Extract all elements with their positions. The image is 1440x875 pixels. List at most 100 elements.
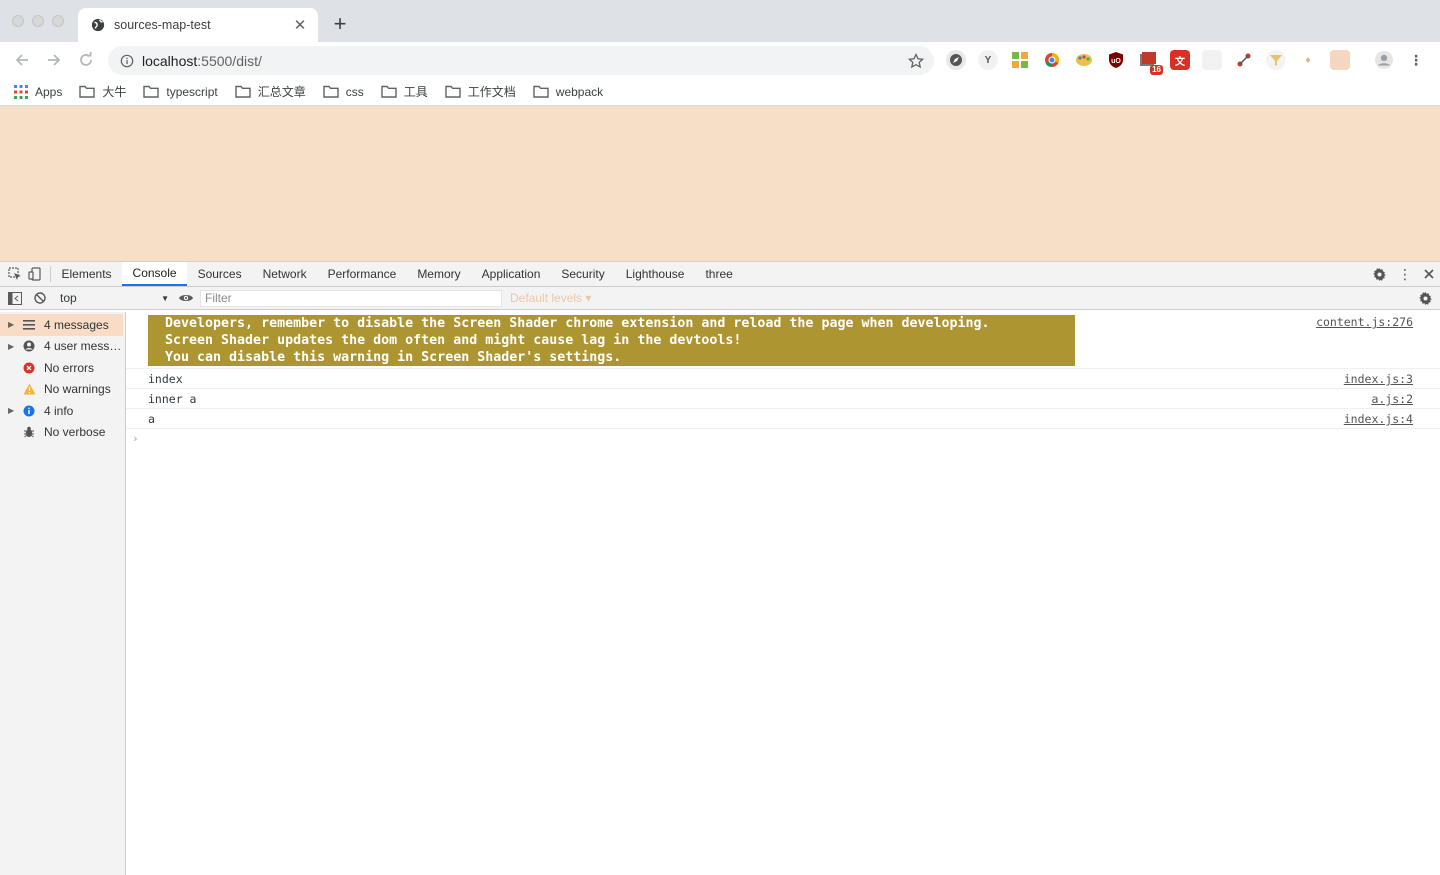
console-messages: Developers, remember to disable the Scre… (126, 312, 1440, 874)
close-tab-icon[interactable]: ✕ (292, 17, 308, 34)
tab-lighthouse[interactable]: Lighthouse (615, 262, 695, 286)
tab-three[interactable]: three (695, 262, 743, 286)
sidebar-item-label: No verbose (44, 425, 106, 440)
source-link[interactable]: index.js:3 (1344, 372, 1413, 386)
expand-arrow-icon[interactable]: ▶ (8, 342, 18, 351)
sidebar-item-label: No errors (44, 360, 95, 375)
filter-extension-icon[interactable] (1266, 50, 1286, 70)
ublock-extension-icon[interactable]: uO (1106, 50, 1126, 70)
sidebar-toggle-icon[interactable] (8, 291, 22, 305)
info-icon[interactable] (120, 54, 134, 68)
bookmark-label: 大牛 (102, 85, 127, 99)
shader-extension-icon[interactable] (1330, 50, 1350, 70)
url-host: localhost (142, 52, 198, 69)
browser-tab[interactable]: sources-map-test ✕ (78, 8, 318, 42)
sidebar-item-label: 4 user mess… (44, 339, 122, 354)
tab-strip: sources-map-test ✕ + (0, 0, 1440, 42)
tab-sources[interactable]: Sources (187, 262, 252, 286)
reload-icon (80, 52, 92, 66)
info-icon (22, 404, 36, 418)
apps-grid-icon (14, 84, 28, 99)
extension-badge: 16 (1150, 65, 1163, 75)
sidebar-item-errors[interactable]: No errors (0, 357, 125, 379)
bookmark-label: 工具 (403, 85, 428, 99)
sidebar-item-verbose[interactable]: No verbose (0, 422, 125, 444)
leaf-extension-icon[interactable]: ♦ (1298, 50, 1318, 70)
bookmark-folder-css[interactable]: css (323, 85, 364, 99)
tab-console[interactable]: Console (122, 262, 188, 286)
folder-icon (235, 85, 251, 98)
reload-button[interactable] (76, 50, 96, 70)
source-link[interactable]: index.js:4 (1344, 412, 1413, 426)
tab-network[interactable]: Network (252, 262, 317, 286)
chrome-extension-icon[interactable] (1042, 50, 1062, 70)
console-message: index index.js:3 (126, 369, 1440, 389)
dropdown-arrow-icon: ▼ (161, 293, 169, 303)
device-toolbar-icon[interactable] (28, 267, 42, 281)
forward-button[interactable] (44, 50, 64, 70)
folder-icon (143, 85, 160, 98)
close-window-button[interactable] (12, 15, 24, 27)
bookmark-apps[interactable]: Apps (14, 84, 62, 99)
compass-extension-icon[interactable] (946, 50, 966, 70)
minimize-window-button[interactable] (32, 15, 44, 27)
profile-avatar-icon[interactable] (1374, 50, 1394, 70)
sidebar-item-info[interactable]: ▶ 4 info (0, 400, 125, 422)
chrome-menu-icon[interactable]: ⋮ (1406, 50, 1426, 70)
filter-input[interactable]: Filter (200, 289, 502, 307)
tab-title: sources-map-test (114, 18, 211, 32)
sidebar-item-messages[interactable]: ▶ 4 messages (0, 314, 123, 336)
star-icon[interactable] (908, 52, 924, 69)
translate-extension-icon[interactable]: 文 (1170, 50, 1190, 70)
source-link[interactable]: a.js:2 (1371, 392, 1413, 406)
expand-arrow-icon[interactable]: ▶ (8, 320, 18, 329)
inspect-element-icon[interactable] (8, 267, 22, 281)
blank-extension-icon[interactable] (1202, 50, 1222, 70)
back-button[interactable] (12, 50, 32, 70)
address-bar[interactable]: localhost:5500/dist/ (108, 46, 934, 75)
tab-elements[interactable]: Elements (51, 262, 122, 286)
message-text: index (148, 371, 183, 386)
fork-extension-icon[interactable] (1234, 50, 1254, 70)
close-icon[interactable] (1424, 269, 1434, 279)
clear-console-icon[interactable] (34, 292, 46, 304)
url-path: :5500/dist/ (197, 52, 262, 69)
grid-extension-icon[interactable] (1010, 50, 1030, 70)
wappalyzer-extension-icon[interactable]: 16 (1138, 50, 1163, 75)
tab-security[interactable]: Security (551, 262, 615, 286)
source-link[interactable]: content.js:276 (1316, 315, 1413, 329)
bookmark-folder-webpack[interactable]: webpack (533, 85, 603, 99)
more-options-icon[interactable]: ⋮ (1398, 267, 1412, 281)
sidebar-item-user-messages[interactable]: ▶ 4 user mess… (0, 336, 125, 358)
palette-extension-icon[interactable] (1074, 50, 1094, 70)
console-message: Developers, remember to disable the Scre… (126, 312, 1440, 369)
bookmark-folder-typescript[interactable]: typescript (143, 85, 218, 99)
log-levels-dropdown[interactable]: Default levels ▾ (510, 291, 591, 305)
tab-application[interactable]: Application (471, 262, 551, 286)
new-tab-button[interactable]: + (330, 13, 350, 35)
bookmark-label: css (345, 84, 364, 99)
devtools-panel: Elements Console Sources Network Perform… (0, 261, 1440, 875)
tab-performance[interactable]: Performance (317, 262, 407, 286)
tab-memory[interactable]: Memory (407, 262, 471, 286)
context-selector[interactable]: top ▼ (52, 289, 174, 307)
maximize-window-button[interactable] (52, 15, 64, 27)
console-prompt[interactable]: › (126, 429, 1440, 447)
eye-icon[interactable] (178, 293, 194, 303)
message-text: a (148, 411, 155, 426)
devtools-lead-tools (0, 266, 51, 282)
sidebar-item-warnings[interactable]: No warnings (0, 379, 125, 401)
bookmark-folder-workdocs[interactable]: 工作文档 (445, 83, 516, 100)
globe-icon (90, 17, 106, 33)
bookmark-folder-daniu[interactable]: 大牛 (79, 83, 126, 100)
arrow-right-icon (48, 54, 61, 66)
bookmark-folder-articles[interactable]: 汇总文章 (235, 83, 306, 100)
bookmark-folder-tools[interactable]: 工具 (381, 83, 428, 100)
folder-icon (79, 85, 96, 98)
console-settings-icon[interactable] (1419, 292, 1432, 305)
bookmark-label: 汇总文章 (257, 85, 306, 99)
sidebar-item-label: 4 messages (44, 317, 109, 332)
yoyo-extension-icon[interactable]: Y (978, 50, 998, 70)
gear-icon[interactable] (1373, 267, 1386, 281)
expand-arrow-icon[interactable]: ▶ (8, 406, 18, 415)
